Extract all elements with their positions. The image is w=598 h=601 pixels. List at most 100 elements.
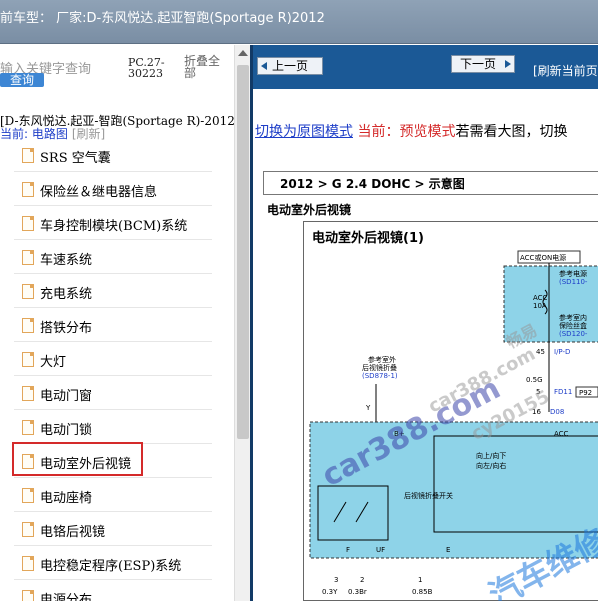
document-icon bbox=[22, 386, 34, 401]
tree-item[interactable]: 电铬后视镜 bbox=[14, 512, 212, 546]
document-icon bbox=[22, 284, 34, 299]
tree-item[interactable]: 车身控制模块(BCM)系统 bbox=[14, 206, 212, 240]
mode-hint: 若需看大图，切换 bbox=[455, 124, 568, 140]
tree-item-label: 电铬后视镜 bbox=[40, 525, 106, 540]
wire-ipd: I/P-D bbox=[554, 348, 570, 356]
tree-item[interactable]: 电动座椅 bbox=[14, 478, 212, 512]
title-bar: 前车型： 厂家:D-东风悦达.起亚智跑(Sportage R)2012 bbox=[0, 0, 598, 44]
tree-item-label: 搭铁分布 bbox=[40, 321, 93, 336]
ref-power-label: 参考电源 bbox=[559, 269, 587, 278]
tree-item[interactable]: 大灯 bbox=[14, 342, 212, 376]
wire-fd11: FD11 bbox=[554, 388, 572, 396]
acc2-label: ACC bbox=[554, 430, 569, 438]
right-panel: 上一页 下一页 [刷新当前页 切换为原图模式 当前：预览模式若需看大图，切换 2… bbox=[250, 45, 598, 601]
tree-item-label: 电源分布 bbox=[40, 593, 93, 601]
breadcrumb-text: 2012 > G 2.4 DOHC > 示意图 bbox=[280, 177, 465, 191]
tree-item-label: 保险丝＆继电器信息 bbox=[40, 185, 158, 200]
wire-03y: 0.3Y bbox=[322, 588, 338, 596]
refresh-page-link[interactable]: [刷新当前页 bbox=[533, 62, 598, 79]
tree-item-label: 电动座椅 bbox=[40, 491, 93, 506]
prev-page-button[interactable]: 上一页 bbox=[257, 57, 323, 75]
bplus-label: B+ bbox=[394, 430, 405, 438]
tree-item[interactable]: SRS 空气囊 bbox=[14, 138, 212, 172]
wiring-diagram-svg: ACC或ON电源 参考电源 (SD110- ACC 10A 参考室内 保险丝盒 … bbox=[309, 250, 598, 596]
wire-45: 45 bbox=[536, 348, 545, 356]
document-icon bbox=[22, 420, 34, 435]
sd878-label: (SD878-1) bbox=[362, 372, 398, 380]
collapse-all-link[interactable]: 折叠全部 bbox=[184, 55, 224, 79]
tree-item[interactable]: 电控稳定程序(ESP)系统 bbox=[14, 546, 212, 580]
sd110-label: (SD110- bbox=[559, 278, 588, 286]
uf-label: UF bbox=[376, 546, 385, 554]
document-icon bbox=[22, 522, 34, 537]
scroll-thumb[interactable] bbox=[237, 65, 249, 439]
left-panel: 输入关键字查询 查询 PC.27-30223 折叠全部 [D-东风悦达.起亚-智… bbox=[0, 45, 234, 601]
wire-05g: 0.5G bbox=[526, 376, 543, 384]
tree-item-label: 充电系统 bbox=[40, 287, 93, 302]
tree-item[interactable]: 保险丝＆继电器信息 bbox=[14, 172, 212, 206]
mode-line: 切换为原图模式 当前：预览模式若需看大图，切换 bbox=[255, 121, 567, 141]
f-label: F bbox=[346, 546, 350, 554]
selected-item-highlight bbox=[12, 442, 143, 476]
pc-code: PC.27-30223 bbox=[128, 56, 165, 80]
section-title: 电动室外后视镜 bbox=[267, 203, 352, 217]
wire-5: 5 bbox=[536, 388, 540, 396]
tree-item[interactable]: 车速系统 bbox=[14, 240, 212, 274]
outer-fold-label: 后视镜折叠 bbox=[362, 363, 397, 372]
up-down-label: 向上/向下 bbox=[476, 451, 506, 460]
arrow-left-icon bbox=[261, 62, 267, 70]
ref-fuse-label: 参考室内 bbox=[559, 313, 587, 322]
pin-3: 3 bbox=[334, 576, 338, 584]
fold-switch-label: 后视镜折叠开关 bbox=[404, 491, 453, 500]
tree-item[interactable]: 电动门锁 bbox=[14, 410, 212, 444]
left-scrollbar[interactable] bbox=[234, 45, 250, 601]
document-icon bbox=[22, 216, 34, 231]
wire-d08: D08 bbox=[550, 408, 564, 416]
tree-item[interactable]: 充电系统 bbox=[14, 274, 212, 308]
document-icon bbox=[22, 556, 34, 571]
tree-item[interactable]: 电动门窗 bbox=[14, 376, 212, 410]
document-icon bbox=[22, 590, 34, 601]
acc-on-label: ACC或ON电源 bbox=[520, 253, 566, 262]
window-title: 前车型： 厂家:D-东风悦达.起亚智跑(Sportage R)2012 bbox=[0, 11, 325, 26]
pin-2: 2 bbox=[360, 576, 364, 584]
prev-page-label: 上一页 bbox=[272, 59, 309, 73]
mirror-switch-unit bbox=[309, 421, 598, 559]
tree-item-label: 电动门窗 bbox=[40, 389, 93, 404]
next-page-button[interactable]: 下一页 bbox=[451, 55, 515, 73]
sd120-label: (SD120- bbox=[559, 330, 588, 338]
wire-16: 16 bbox=[532, 408, 541, 416]
tree-item-label: 电控稳定程序(ESP)系统 bbox=[40, 559, 182, 574]
acc-fuse-label: ACC bbox=[533, 294, 548, 302]
left-right-label: 向左/向右 bbox=[476, 461, 506, 470]
wire-p92: P92 bbox=[579, 389, 592, 397]
tree-item-label: 电动门锁 bbox=[40, 423, 93, 438]
tree-item-label: SRS 空气囊 bbox=[40, 151, 111, 166]
tree-item[interactable]: 电源分布 bbox=[14, 580, 212, 601]
breadcrumb: 2012 > G 2.4 DOHC > 示意图 bbox=[263, 171, 598, 195]
next-page-label: 下一页 bbox=[460, 57, 497, 71]
e-label: E bbox=[446, 546, 450, 554]
fuse-box-label: 保险丝盒 bbox=[559, 321, 587, 330]
query-button[interactable]: 查询 bbox=[0, 73, 44, 87]
document-icon bbox=[22, 250, 34, 265]
tree-item[interactable]: 搭铁分布 bbox=[14, 308, 212, 342]
document-icon bbox=[22, 182, 34, 197]
arrow-right-icon bbox=[505, 60, 511, 68]
page-nav-bar: 上一页 下一页 [刷新当前页 bbox=[253, 45, 598, 89]
wire-085b: 0.85B bbox=[412, 588, 433, 596]
tree-item-label: 大灯 bbox=[40, 355, 67, 370]
document-icon bbox=[22, 318, 34, 333]
tree-item-label: 车身控制模块(BCM)系统 bbox=[40, 219, 188, 234]
document-icon bbox=[22, 488, 34, 503]
tree-item-label: 车速系统 bbox=[40, 253, 93, 268]
y-label: Y bbox=[365, 404, 371, 412]
switch-mode-link[interactable]: 切换为原图模式 bbox=[255, 124, 353, 140]
scroll-up-icon[interactable] bbox=[238, 50, 248, 56]
wiring-diagram[interactable]: 电动室外后视镜(1) ACC或ON电源 参考电源 (SD110- ACC 10A… bbox=[303, 221, 598, 601]
ref-outer-label: 参考室外 bbox=[368, 355, 396, 364]
document-icon bbox=[22, 148, 34, 163]
acc-amp-label: 10A bbox=[533, 302, 547, 310]
current-mode: 当前：预览模式 bbox=[357, 124, 456, 140]
document-icon bbox=[22, 352, 34, 367]
